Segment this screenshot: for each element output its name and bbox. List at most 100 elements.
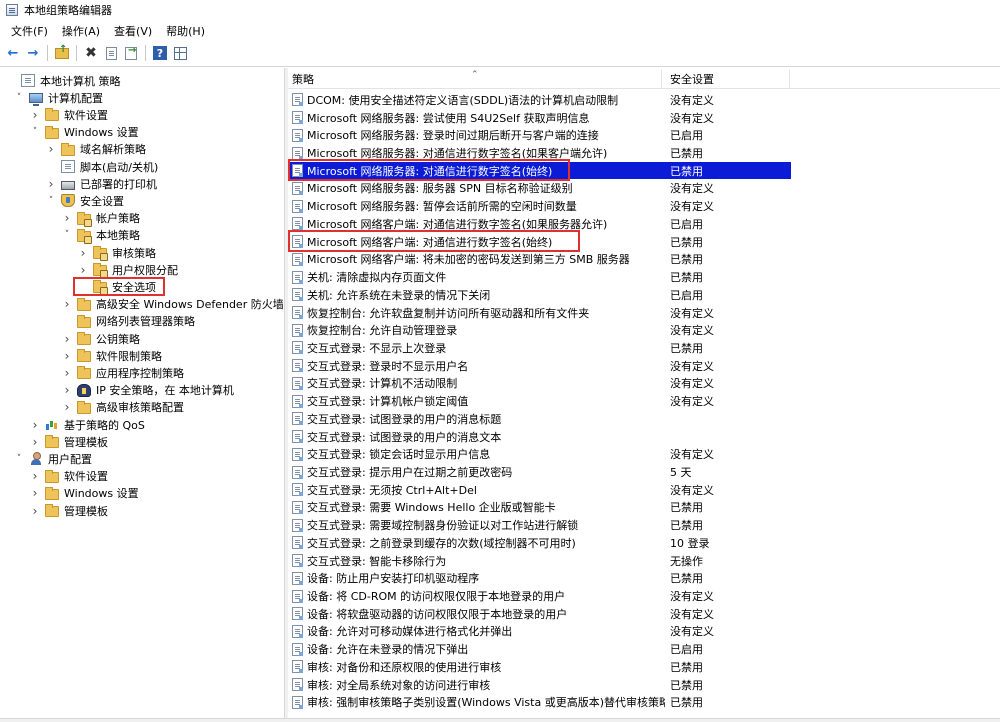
policy-row[interactable]: 审核: 对全局系统对象的访问进行审核 已禁用 [288, 676, 1000, 694]
policy-row[interactable]: Microsoft 网络服务器: 暂停会话前所需的空闲时间数量 没有定义 [288, 197, 1000, 215]
policy-row[interactable]: 交互式登录: 需要 Windows Hello 企业版或智能卡 已禁用 [288, 499, 1000, 517]
policy-row[interactable]: 交互式登录: 之前登录到缓存的次数(域控制器不可用时) 10 登录 [288, 534, 1000, 552]
policy-row[interactable]: 交互式登录: 智能卡移除行为 无操作 [288, 552, 1000, 570]
tree-item[interactable]: › 帐户策略 [62, 210, 140, 227]
chevron-down-icon[interactable]: ˅ [30, 124, 40, 141]
policy-row[interactable]: 交互式登录: 锁定会话时显示用户信息 没有定义 [288, 445, 1000, 463]
menu-view[interactable]: 查看(V) [107, 22, 159, 42]
menu-help[interactable]: 帮助(H) [159, 22, 212, 42]
chevron-right-icon[interactable]: › [30, 502, 40, 519]
tree-item[interactable]: › 软件限制策略 [62, 347, 162, 364]
policy-setting-icon [292, 128, 303, 142]
policy-row[interactable]: Microsoft 网络客户端: 将未加密的密码发送到第三方 SMB 服务器 已禁… [288, 250, 1000, 268]
policy-row[interactable]: 交互式登录: 试图登录的用户的消息标题 [288, 410, 1000, 428]
menu-file[interactable]: 文件(F) [4, 22, 55, 42]
policy-row[interactable]: 交互式登录: 提示用户在过期之前更改密码 5 天 [288, 463, 1000, 481]
tree-item[interactable]: › IP 安全策略，在 本地计算机 [62, 382, 234, 399]
tree-item[interactable]: ˅ 本地策略 [62, 227, 140, 244]
policy-row[interactable]: DCOM: 使用安全描述符定义语言(SDDL)语法的计算机启动限制 没有定义 [288, 91, 1000, 109]
chevron-right-icon[interactable]: › [62, 364, 72, 381]
policy-row[interactable]: 交互式登录: 无须按 Ctrl+Alt+Del 没有定义 [288, 481, 1000, 499]
policy-row[interactable]: 恢复控制台: 允许软盘复制并访问所有驱动器和所有文件夹 没有定义 [288, 304, 1000, 322]
tree-item[interactable]: ˅ 用户配置 [14, 450, 92, 467]
tree-item-label: 基于策略的 QoS [64, 418, 145, 432]
chevron-right-icon[interactable]: › [30, 416, 40, 433]
policy-row[interactable]: Microsoft 网络服务器: 登录时间过期后断开与客户端的连接 已启用 [288, 126, 1000, 144]
tree-item-label: 已部署的打印机 [80, 177, 157, 191]
chevron-right-icon[interactable]: › [46, 175, 56, 192]
folder-lock-icon [77, 211, 92, 227]
policy-row[interactable]: 交互式登录: 试图登录的用户的消息文本 [288, 428, 1000, 446]
back-arrow-icon[interactable]: ← [4, 44, 22, 62]
chevron-right-icon[interactable]: › [30, 433, 40, 450]
tree-item[interactable]: ˅ 计算机配置 [14, 89, 103, 106]
properties-icon[interactable] [102, 44, 120, 62]
help-icon[interactable]: ? [151, 44, 169, 62]
tree-item[interactable]: › 软件设置 [30, 106, 108, 123]
tree-item[interactable]: › 基于策略的 QoS [30, 416, 145, 433]
policy-row[interactable]: Microsoft 网络服务器: 服务器 SPN 目标名称验证级别 没有定义 [288, 180, 1000, 198]
chevron-down-icon[interactable]: ˅ [62, 227, 72, 244]
menu-action[interactable]: 操作(A) [55, 22, 107, 42]
policy-row[interactable]: 关机: 清除虚拟内存页面文件 已禁用 [288, 268, 1000, 286]
policy-row[interactable]: 交互式登录: 需要域控制器身份验证以对工作站进行解锁 已禁用 [288, 516, 1000, 534]
chevron-right-icon[interactable]: › [78, 244, 88, 261]
tree-item[interactable]: ˅ 安全设置 [46, 192, 124, 209]
chevron-right-icon[interactable]: › [30, 106, 40, 123]
policy-row[interactable]: 审核: 强制审核策略子类别设置(Windows Vista 或更高版本)替代审核… [288, 693, 1000, 711]
policy-cell: 关机: 允许系统在未登录的情况下关闭 [288, 286, 665, 303]
policy-row[interactable]: 审核: 对备份和还原权限的使用进行审核 已禁用 [288, 658, 1000, 676]
policy-row[interactable]: 设备: 将软盘驱动器的访问权限仅限于本地登录的用户 没有定义 [288, 605, 1000, 623]
policy-row[interactable]: 恢复控制台: 允许自动管理登录 没有定义 [288, 321, 1000, 339]
policy-row[interactable]: 设备: 防止用户安装打印机驱动程序 已禁用 [288, 569, 1000, 587]
chevron-down-icon[interactable]: ˅ [46, 192, 56, 209]
chevron-right-icon[interactable]: › [78, 261, 88, 278]
show-hide-tree-icon[interactable] [171, 44, 189, 62]
chevron-down-icon[interactable]: ˅ [14, 450, 24, 467]
column-header-setting[interactable]: 安全设置 [662, 70, 790, 88]
column-header-policy[interactable]: 策略 ⌃ [288, 70, 662, 88]
policy-row[interactable]: 设备: 允许在未登录的情况下弹出 已启用 [288, 640, 1000, 658]
tree-item[interactable]: ˅ Windows 设置 [30, 124, 139, 141]
chevron-down-icon[interactable]: ˅ [14, 89, 24, 106]
security-setting-cell: 已启用 [670, 643, 703, 657]
policy-row[interactable]: 交互式登录: 不显示上次登录 已禁用 [288, 339, 1000, 357]
policy-row[interactable]: 交互式登录: 计算机帐户锁定阈值 没有定义 [288, 392, 1000, 410]
tree-item[interactable]: › 管理模板 [30, 502, 108, 519]
chevron-right-icon[interactable]: › [62, 347, 72, 364]
tree-item[interactable]: › 应用程序控制策略 [62, 364, 184, 381]
tree-item[interactable]: › Windows 设置 [30, 485, 139, 502]
export-list-icon[interactable] [122, 44, 140, 62]
chevron-right-icon[interactable]: › [62, 382, 72, 399]
tree-item[interactable]: › 用户权限分配 [78, 261, 178, 279]
chevron-right-icon[interactable]: › [46, 141, 56, 158]
up-folder-icon[interactable] [53, 44, 71, 62]
chevron-right-icon[interactable]: › [62, 296, 72, 313]
tree-item[interactable]: › 高级审核策略配置 [62, 399, 184, 416]
tree-item[interactable]: › 域名解析策略 [46, 141, 146, 158]
chevron-right-icon[interactable]: › [62, 399, 72, 416]
tree-item[interactable]: › 公钥策略 [62, 330, 140, 347]
tree-item[interactable]: 网络列表管理器策略 [62, 313, 195, 330]
policy-row[interactable]: 交互式登录: 计算机不活动限制 没有定义 [288, 375, 1000, 393]
policy-row[interactable]: 关机: 允许系统在未登录的情况下关闭 已启用 [288, 286, 1000, 304]
tree-item[interactable]: 本地计算机 策略 [6, 72, 121, 89]
chevron-right-icon[interactable]: › [62, 330, 72, 347]
forward-arrow-icon[interactable]: → [24, 44, 42, 62]
security-setting-cell: 没有定义 [670, 93, 714, 107]
delete-icon[interactable]: ✖ [82, 44, 100, 62]
policy-cell: 交互式登录: 试图登录的用户的消息标题 [288, 410, 665, 427]
tree-item[interactable]: › 管理模板 [30, 433, 108, 450]
policy-row[interactable]: 设备: 将 CD-ROM 的访问权限仅限于本地登录的用户 没有定义 [288, 587, 1000, 605]
chevron-right-icon[interactable]: › [30, 485, 40, 502]
tree-item[interactable]: 脚本(启动/关机) [46, 158, 158, 175]
tree-item[interactable]: › 软件设置 [30, 468, 108, 485]
chevron-right-icon[interactable]: › [30, 468, 40, 485]
policy-row[interactable]: 设备: 允许对可移动媒体进行格式化并弹出 没有定义 [288, 623, 1000, 641]
tree-item[interactable]: › 高级安全 Windows Defender 防火墙 [62, 296, 283, 313]
policy-row[interactable]: Microsoft 网络服务器: 尝试使用 S4U2Self 获取声明信息 没有定… [288, 109, 1000, 127]
tree-item[interactable]: › 已部署的打印机 [46, 175, 157, 192]
policy-row[interactable]: 交互式登录: 登录时不显示用户名 没有定义 [288, 357, 1000, 375]
tree-item[interactable]: › 审核策略 [78, 244, 156, 261]
chevron-right-icon[interactable]: › [62, 210, 72, 227]
